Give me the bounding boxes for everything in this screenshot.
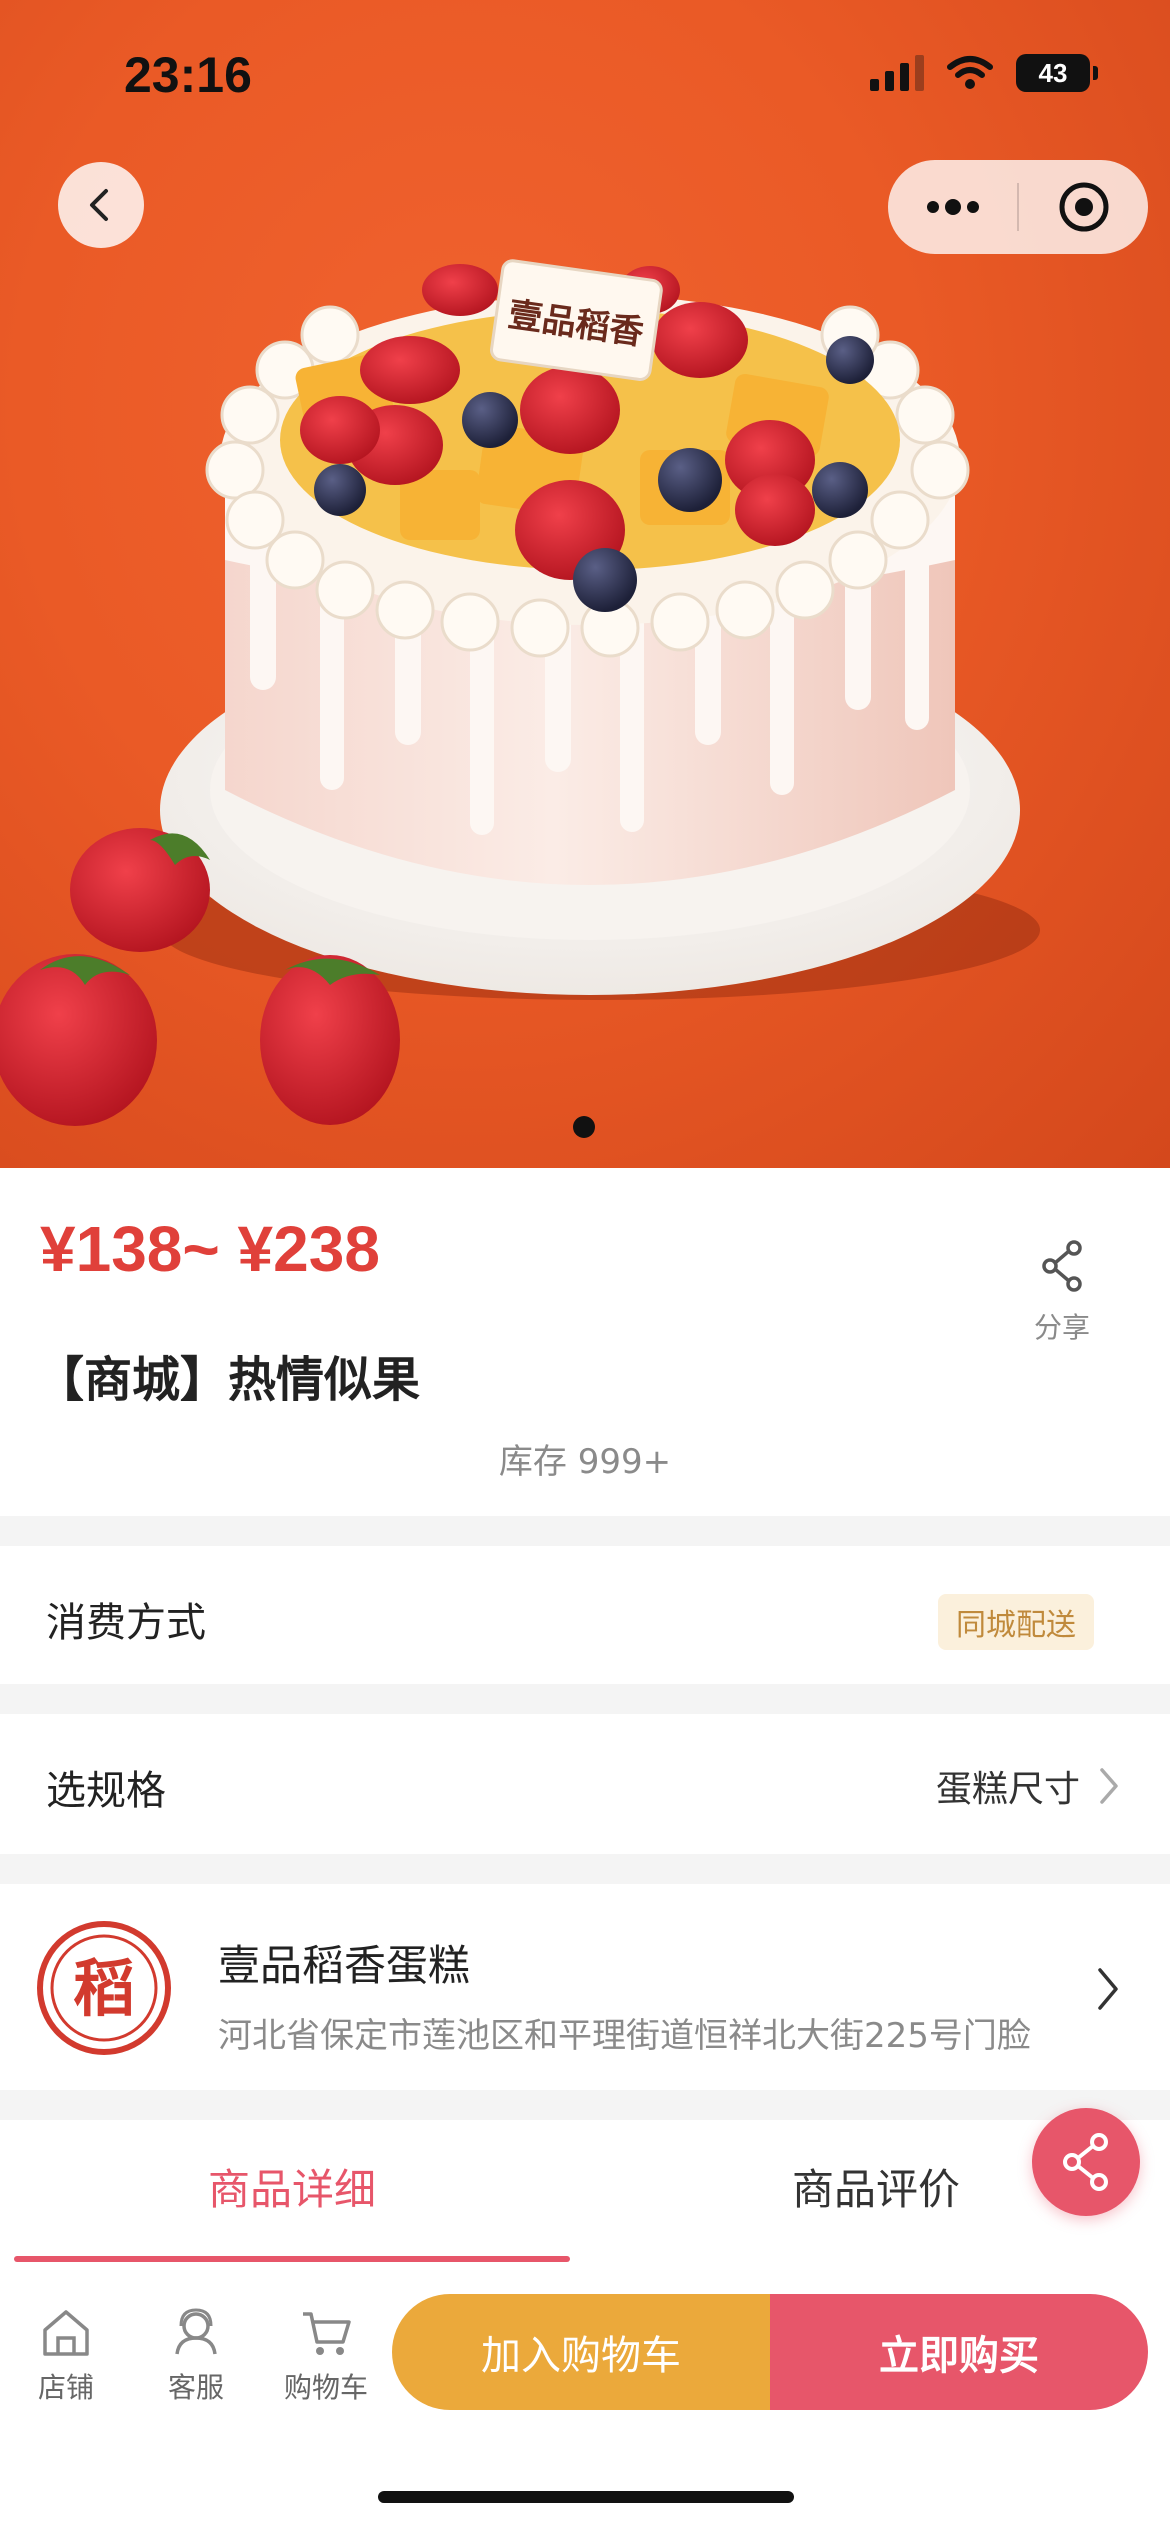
- chevron-right-icon: [1100, 1768, 1118, 1804]
- detail-tabs: 商品详细 商品评价: [0, 2120, 1170, 2272]
- share-button[interactable]: 分享: [1030, 1240, 1094, 1346]
- svg-text:稻: 稻: [73, 1952, 135, 2025]
- tab-product-detail[interactable]: 商品详细: [208, 2156, 376, 2217]
- shop-logo: 稻: [37, 1921, 171, 2055]
- share-icon: [1042, 1240, 1082, 1292]
- back-button[interactable]: [58, 162, 144, 248]
- customer-service-icon: [175, 2308, 217, 2355]
- close-miniprogram-button[interactable]: [1019, 160, 1148, 254]
- more-dots-icon: [926, 199, 979, 215]
- chevron-right-icon: [1098, 1968, 1118, 2010]
- shop-address: 河北省保定市莲池区和平理街道恒祥北大街225号门脸: [218, 2016, 1031, 2056]
- tab-product-reviews[interactable]: 商品评价: [792, 2156, 960, 2217]
- signal-icon: [870, 55, 924, 91]
- wifi-icon: [947, 56, 993, 89]
- nav-shop[interactable]: 店铺: [16, 2308, 116, 2406]
- nav-shop-label: 店铺: [37, 2371, 94, 2404]
- carousel-indicator: [573, 1116, 595, 1138]
- nav-customer-service-label: 客服: [167, 2371, 224, 2404]
- nav-customer-service[interactable]: 客服: [146, 2308, 246, 2406]
- nav-cart[interactable]: 购物车: [276, 2308, 376, 2406]
- target-icon: [1059, 182, 1108, 232]
- active-tab-indicator: [14, 2256, 570, 2262]
- product-info: ¥138~ ¥238 【商城】热情似果 库存 999+ 分享: [0, 1168, 1170, 1516]
- delivery-badge: 同城配送: [938, 1594, 1094, 1650]
- consumption-method-row[interactable]: 消费方式 同城配送: [0, 1546, 1170, 1684]
- add-to-cart-button[interactable]: 加入购物车: [392, 2294, 770, 2410]
- shop-icon: [43, 2310, 89, 2356]
- floating-share-button[interactable]: [1032, 2108, 1140, 2216]
- select-spec-row[interactable]: 选规格 蛋糕尺寸: [0, 1714, 1170, 1854]
- shop-card[interactable]: 稻 壹品稻香蛋糕 河北省保定市莲池区和平理街道恒祥北大街225号门脸: [0, 1884, 1170, 2090]
- status-icons: 43: [870, 54, 1098, 92]
- home-indicator[interactable]: [378, 2491, 794, 2503]
- spec-value: 蛋糕尺寸: [935, 1769, 1080, 1810]
- select-spec-label: 选规格: [46, 1768, 166, 1814]
- buy-now-button[interactable]: 立即购买: [770, 2294, 1148, 2410]
- consumption-method-label: 消费方式: [46, 1600, 206, 1646]
- miniprogram-capsule: [888, 160, 1148, 254]
- cart-icon: [303, 2312, 351, 2355]
- chevron-left-icon: [90, 189, 108, 221]
- product-image-carousel[interactable]: 壹品稻香 23:16 43: [0, 0, 1170, 1168]
- status-time: 23:16: [124, 47, 252, 103]
- product-title: 【商城】热情似果: [36, 1352, 421, 1408]
- nav-cart-label: 购物车: [283, 2371, 368, 2404]
- battery-icon: 43: [1016, 54, 1098, 92]
- share-label: 分享: [1033, 1311, 1090, 1344]
- more-button[interactable]: [888, 160, 1017, 254]
- purchase-buttons: 加入购物车 立即购买: [392, 2294, 1148, 2410]
- shop-name: 壹品稻香蛋糕: [218, 1941, 471, 1990]
- price-range: ¥138~ ¥238: [40, 1213, 380, 1285]
- stock-count: 库存 999+: [498, 1442, 672, 1482]
- share-icon: [1063, 2133, 1108, 2191]
